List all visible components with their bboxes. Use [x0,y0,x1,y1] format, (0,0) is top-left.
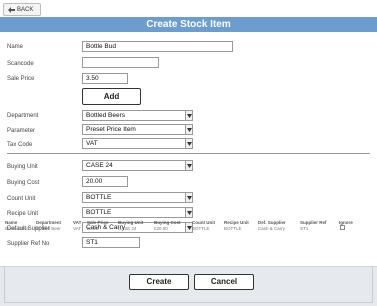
scancode-label: Scancode [7,61,34,67]
buying-unit-select[interactable]: CASE 24 [82,160,193,171]
chevron-down-icon [185,193,192,202]
col-header: Supplier Ref [300,220,327,225]
col-header: Def. Supplier [258,220,286,225]
back-label: BACK [17,6,34,13]
parameter-value: Preset Price Item [86,126,136,133]
department-select[interactable]: Bottled Beers [82,110,193,121]
scancode-input[interactable] [82,57,159,68]
chevron-down-icon [185,125,192,134]
supplier-ref-input[interactable]: ST1 [82,237,140,248]
chevron-down-icon [185,139,192,148]
chevron-down-icon [185,208,192,217]
cell: VAT [73,226,82,231]
recipe-unit-value: BOTTLE [86,209,112,216]
back-arrow-icon [8,6,15,13]
col-header: Recipe Unit [224,220,249,225]
create-button[interactable]: Create [129,274,189,290]
cell: Bottle Stella [5,226,30,231]
recipe-unit-select[interactable]: BOTTLE [82,207,193,218]
buying-cost-input[interactable]: 20.00 [82,176,128,187]
col-header: Department [36,220,62,225]
name-label: Name [7,44,24,50]
tax-code-label: Tax Code [7,142,33,148]
buying-unit-value: CASE 24 [86,162,113,169]
chevron-down-icon [185,223,192,232]
back-button[interactable]: BACK [3,3,41,16]
section-divider [7,153,370,154]
tax-code-select[interactable]: VAT [82,138,193,149]
supplier-ref-label: Supplier Ref No [7,241,50,247]
tax-code-value: VAT [86,140,98,147]
cell: BOTTLE [192,226,210,231]
chevron-down-icon [185,161,192,170]
col-header: Buying Cost [154,220,181,225]
col-header: VAT [73,220,82,225]
buying-cost-label: Buying Cost [7,180,40,186]
cell: Bottled Beer [36,226,61,231]
col-header: Name [5,220,18,225]
buying-unit-label: Buying Unit [7,164,38,170]
top-bar: BACK [0,0,377,17]
cell: BOTTLE [224,226,242,231]
department-value: Bottled Beers [86,112,126,119]
col-header: Sale Price [87,220,109,225]
chevron-down-icon [185,111,192,120]
cell: £3.20 [87,226,99,231]
page-title: Create Stock Item [0,17,377,32]
cell: Cash & Carry [258,226,286,231]
cell: £20.00 [154,226,168,231]
cancel-button[interactable]: Cancel [194,274,254,290]
count-unit-label: Count Unit [7,196,36,202]
footer-panel: Create Cancel [4,267,373,303]
cell: ST1 [300,226,309,231]
recipe-unit-label: Recipe Unit [7,211,39,217]
parameter-label: Parameter [7,128,36,134]
parameter-select[interactable]: Preset Price Item [82,124,193,135]
sale-price-input[interactable]: 3.50 [82,73,128,84]
count-unit-select[interactable]: BOTTLE [82,192,193,203]
col-header: Buying Unit [118,220,144,225]
sale-price-label: Sale Price [7,76,35,82]
name-input[interactable]: Bottle Bud [82,41,233,52]
department-label: Department [7,113,39,119]
col-header: Count Unit [192,220,215,225]
footer-bar: Create Cancel [0,266,377,306]
ignore-checkbox[interactable] [340,225,345,230]
cell: CASE 24 [118,226,137,231]
add-button[interactable]: Add [82,88,141,105]
count-unit-value: BOTTLE [86,194,112,201]
